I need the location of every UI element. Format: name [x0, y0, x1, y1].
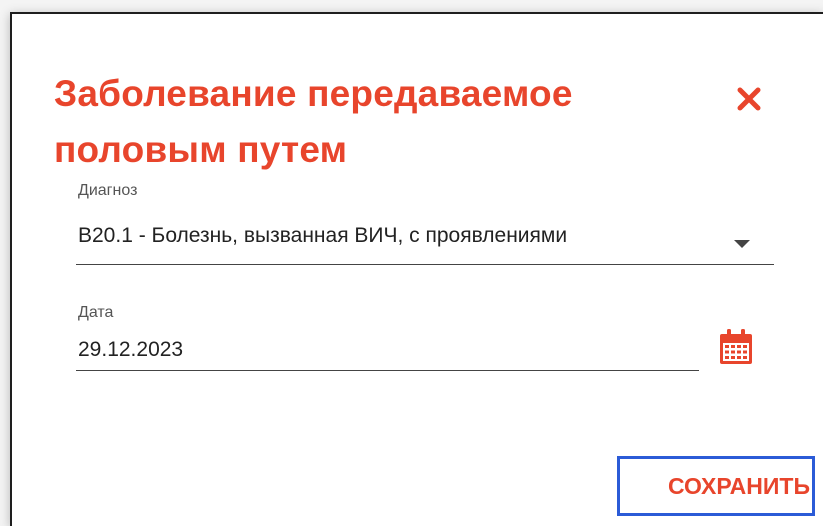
std-dialog: Заболевание передаваемое половым путем Д…	[10, 12, 823, 526]
dialog-title: Заболевание передаваемое половым путем	[54, 73, 573, 170]
calendar-button[interactable]	[718, 328, 754, 366]
diagnosis-underline	[76, 264, 774, 265]
calendar-icon	[720, 329, 752, 364]
chevron-down-icon[interactable]	[734, 240, 750, 248]
diagnosis-label: Диагноз	[78, 182, 138, 199]
save-button[interactable]: СОХРАНИТЬ	[617, 456, 815, 516]
date-underline	[76, 370, 699, 371]
close-button[interactable]	[734, 84, 764, 114]
date-value[interactable]: 29.12.2023	[78, 338, 378, 362]
date-label: Дата	[78, 304, 114, 321]
diagnosis-value[interactable]: B20.1 - Болезнь, вызванная ВИЧ, с проявл…	[78, 224, 718, 248]
close-icon	[737, 87, 761, 111]
